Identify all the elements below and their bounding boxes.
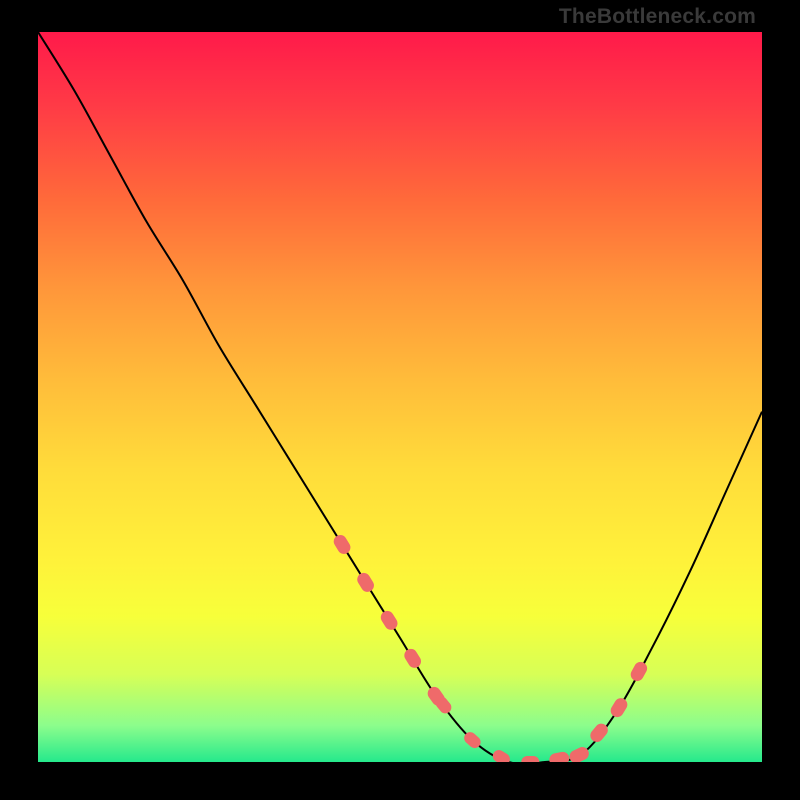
highlight-dash: [462, 730, 483, 751]
bottleneck-curve: [38, 32, 762, 762]
highlight-dash: [549, 751, 569, 762]
chart-plot-area: [38, 32, 762, 762]
highlight-dash: [548, 751, 570, 762]
dotted-highlight: [38, 32, 762, 762]
highlight-dash: [608, 696, 630, 720]
highlight-dash: [331, 533, 353, 557]
highlight-dash: [425, 684, 447, 708]
highlight-dash: [378, 608, 400, 632]
highlight-dash: [355, 570, 377, 594]
curve-path: [38, 32, 762, 762]
watermark-text: TheBottleneck.com: [559, 6, 756, 27]
highlight-dash: [521, 756, 539, 762]
highlight-dash: [628, 660, 649, 684]
highlight-dash: [567, 745, 591, 762]
highlight-dash: [588, 721, 611, 745]
highlight-dash: [491, 748, 513, 762]
highlight-dash: [433, 694, 454, 716]
highlight-dash: [402, 646, 424, 670]
